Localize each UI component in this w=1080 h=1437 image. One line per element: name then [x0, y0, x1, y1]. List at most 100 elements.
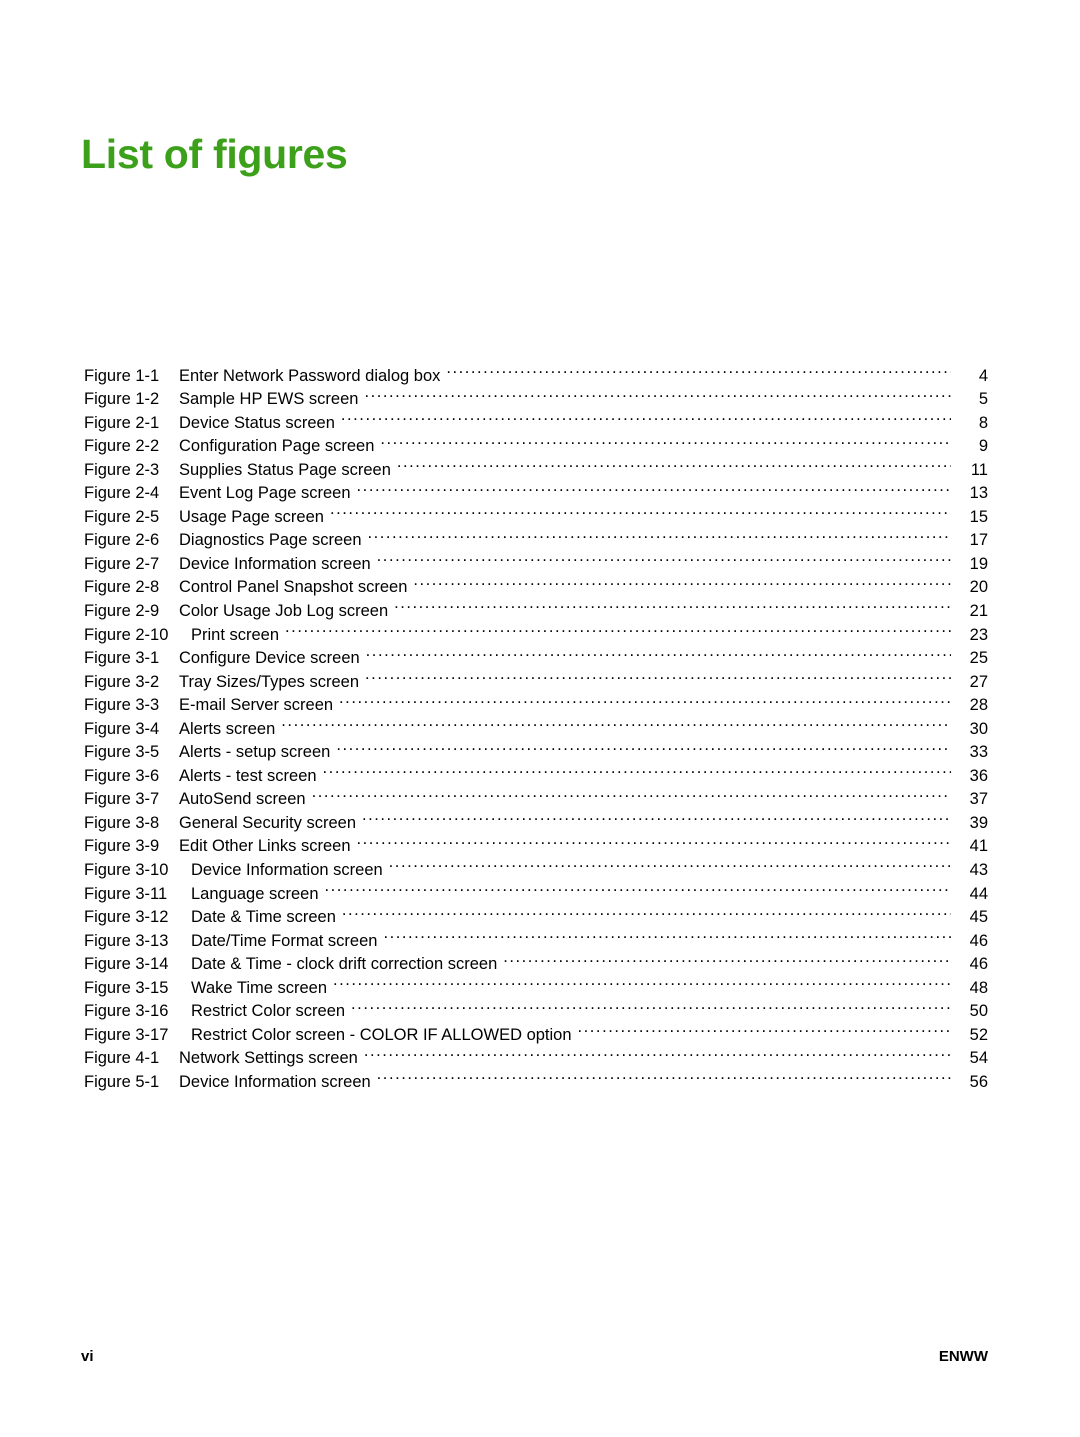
dot-leader — [377, 545, 951, 569]
figure-title: Alerts screen — [179, 719, 276, 738]
dot-leader — [578, 1016, 951, 1040]
figure-title: AutoSend screen — [179, 790, 306, 809]
figure-label: Figure 3-9 — [84, 837, 160, 856]
figure-page-number: 19 — [969, 554, 988, 573]
figure-label: Figure 3-8 — [84, 813, 160, 832]
figure-title: Usage Page screen — [179, 507, 324, 526]
figure-page-number: 21 — [969, 602, 988, 621]
figure-title: Network Settings screen — [179, 1049, 358, 1068]
dot-leader — [368, 522, 951, 546]
dot-leader — [389, 851, 951, 875]
figure-label: Figure 1-1 — [84, 366, 160, 385]
figure-title: Language screen — [191, 884, 319, 903]
dot-leader — [380, 428, 951, 452]
figure-label: Figure 3-12 — [84, 908, 169, 927]
figure-page-number: 39 — [969, 813, 988, 832]
dot-leader — [357, 828, 952, 852]
figure-page-number: 15 — [969, 507, 988, 526]
figure-label: Figure 3-14 — [84, 955, 169, 974]
figure-title: Restrict Color screen — [191, 1002, 346, 1021]
figure-page-number: 45 — [969, 908, 988, 927]
dot-leader — [394, 592, 951, 616]
figure-title: Alerts - test screen — [179, 766, 317, 785]
figure-label: Figure 3-3 — [84, 696, 160, 715]
figure-label: Figure 3-1 — [84, 649, 160, 668]
figure-title: Sample HP EWS screen — [179, 390, 359, 409]
figure-page-number: 36 — [969, 766, 988, 785]
dot-leader — [446, 357, 951, 381]
figure-title: Control Panel Snapshot screen — [179, 578, 408, 597]
figure-label: Figure 2-5 — [84, 507, 160, 526]
figure-page-number: 28 — [969, 696, 988, 715]
dot-leader — [339, 687, 951, 711]
figure-title: Diagnostics Page screen — [179, 531, 362, 550]
dot-leader — [333, 969, 951, 993]
figure-label: Figure 2-7 — [84, 554, 160, 573]
dot-leader — [397, 451, 951, 475]
figure-label: Figure 2-10 — [84, 625, 169, 644]
dot-leader — [330, 498, 951, 522]
figure-title: Configuration Page screen — [179, 437, 375, 456]
document-page: List of figures Figure 1-1 Enter Network … — [0, 0, 1080, 1437]
figure-label: Figure 3-10 — [84, 861, 169, 880]
figure-label: Figure 3-2 — [84, 672, 160, 691]
figure-page-number: 50 — [969, 1002, 988, 1021]
figure-title: General Security screen — [179, 813, 356, 832]
figure-title: Print screen — [191, 625, 280, 644]
dot-leader — [377, 1063, 951, 1087]
figure-label: Figure 4-1 — [84, 1049, 160, 1068]
dot-leader — [342, 899, 951, 923]
figure-page-number: 43 — [969, 861, 988, 880]
figure-label: Figure 3-7 — [84, 790, 160, 809]
figure-label: Figure 2-2 — [84, 437, 160, 456]
figure-page-number: 5 — [978, 390, 988, 409]
figure-page-number: 9 — [978, 437, 988, 456]
figure-label: Figure 3-15 — [84, 978, 169, 997]
dot-leader — [383, 922, 951, 946]
figure-title: Edit Other Links screen — [179, 837, 351, 856]
dot-leader — [336, 734, 951, 758]
figure-label: Figure 3-17 — [84, 1025, 169, 1044]
figure-page-number: 33 — [969, 743, 988, 762]
list-item[interactable]: Figure 1-1 Enter Network Password dialog … — [84, 357, 988, 385]
dot-leader — [351, 993, 951, 1017]
figure-title: Device Information screen — [179, 554, 371, 573]
figure-page-number: 8 — [978, 413, 988, 432]
list-of-figures: Figure 1-1 Enter Network Password dialog … — [84, 357, 988, 1091]
dot-leader — [357, 475, 951, 499]
dot-leader — [364, 381, 951, 405]
figure-page-number: 23 — [969, 625, 988, 644]
figure-page-number: 56 — [969, 1072, 988, 1091]
dot-leader — [323, 757, 951, 781]
page-title: List of figures — [81, 131, 348, 178]
figure-page-number: 4 — [978, 366, 988, 385]
figure-page-number: 41 — [969, 837, 988, 856]
dot-leader — [364, 1040, 951, 1064]
figure-title: Date & Time screen — [191, 908, 336, 927]
figure-title: Device Status screen — [179, 413, 335, 432]
dot-leader — [325, 875, 951, 899]
figure-page-number: 54 — [969, 1049, 988, 1068]
figure-title: Configure Device screen — [179, 649, 360, 668]
figure-label: Figure 3-4 — [84, 719, 160, 738]
figure-page-number: 13 — [969, 484, 988, 503]
figure-page-number: 27 — [969, 672, 988, 691]
dot-leader — [285, 616, 951, 640]
figure-label: Figure 2-9 — [84, 602, 160, 621]
figure-label: Figure 2-3 — [84, 460, 160, 479]
figure-page-number: 48 — [969, 978, 988, 997]
figure-page-number: 46 — [969, 931, 988, 950]
figure-page-number: 46 — [969, 955, 988, 974]
dot-leader — [362, 804, 951, 828]
figure-title: Alerts - setup screen — [179, 743, 331, 762]
dot-leader — [281, 710, 951, 734]
figure-label: Figure 3-11 — [84, 884, 168, 903]
footer-page-number: vi — [81, 1348, 94, 1365]
figure-label: Figure 2-6 — [84, 531, 160, 550]
figure-label: Figure 1-2 — [84, 390, 160, 409]
figure-label: Figure 3-13 — [84, 931, 169, 950]
figure-page-number: 37 — [969, 790, 988, 809]
figure-title: Tray Sizes/Types screen — [179, 672, 360, 691]
figure-label: Figure 5-1 — [84, 1072, 160, 1091]
dot-leader — [503, 946, 951, 970]
